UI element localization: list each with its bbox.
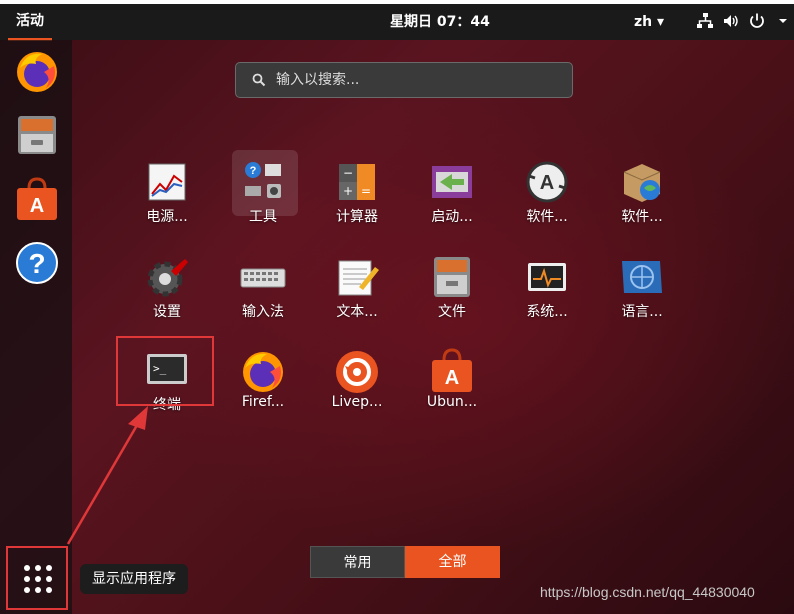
language-support-icon <box>622 261 662 293</box>
power-icon <box>748 12 766 30</box>
app-livepatch[interactable]: Livep... <box>314 342 400 428</box>
svg-text:A: A <box>540 172 554 194</box>
chevron-down-icon <box>774 12 792 30</box>
app-power-statistics[interactable]: 电源... <box>124 154 210 240</box>
app-text-editor[interactable]: 文本... <box>314 249 400 335</box>
files-icon <box>18 116 56 154</box>
settings-gear-icon <box>147 259 188 297</box>
app-ubuntu-software[interactable]: A Ubun... <box>409 342 495 428</box>
app-label: 输入法 <box>242 304 284 320</box>
app-software-updater[interactable]: A 软件... <box>504 154 590 240</box>
app-calculator[interactable]: − + = 计算器 <box>314 154 400 240</box>
search-input[interactable]: 输入以搜索... <box>235 62 573 98</box>
clock[interactable]: 星期日 07：44 <box>390 4 490 40</box>
svg-text:+: + <box>343 184 353 198</box>
software-icon: A <box>17 177 57 220</box>
software-updater-icon: A <box>526 161 568 203</box>
activities-button[interactable]: 活动 <box>8 4 52 41</box>
svg-text:?: ? <box>28 248 45 279</box>
svg-text:?: ? <box>250 165 257 177</box>
show-apps-tooltip: 显示应用程序 <box>80 564 188 594</box>
top-bar: 活动 星期日 07：44 zh ▾ <box>0 4 794 41</box>
svg-text:A: A <box>30 195 44 217</box>
svg-text:−: − <box>343 166 353 180</box>
app-settings[interactable]: 设置 <box>124 249 210 335</box>
livepatch-icon <box>336 351 378 393</box>
svg-text:=: = <box>361 184 371 198</box>
text-editor-icon <box>338 260 379 296</box>
language-selector[interactable]: zh ▾ <box>634 4 664 40</box>
app-label: 启动... <box>431 209 473 225</box>
volume-icon <box>722 12 740 30</box>
app-label: 设置 <box>153 304 181 320</box>
app-label: 软件... <box>526 209 568 225</box>
app-input-method[interactable]: 输入法 <box>220 249 306 335</box>
terminal-highlight-box <box>116 336 214 406</box>
app-label: 系统... <box>526 304 568 320</box>
app-label: Ubun... <box>426 394 478 410</box>
app-startup[interactable]: 启动... <box>409 154 495 240</box>
dock: A ? <box>0 40 72 614</box>
desktop-screen: 活动 星期日 07：44 zh ▾ A ? 显示应用程序 输入以搜索... 电源… <box>0 4 794 614</box>
tools-folder-icon: ? <box>245 162 281 198</box>
calculator-icon: − + = <box>339 164 375 200</box>
dock-software[interactable]: A <box>14 176 60 222</box>
tab-frequent[interactable]: 常用 <box>310 546 405 578</box>
grid-icon <box>24 565 52 593</box>
firefox-icon <box>17 52 57 92</box>
dock-help[interactable]: ? <box>14 240 60 286</box>
app-label: 软件... <box>621 209 663 225</box>
app-label: Firef... <box>241 394 285 410</box>
app-label: Livep... <box>331 394 383 410</box>
app-label: 语言... <box>621 304 663 320</box>
network-icon <box>696 12 714 30</box>
keyboard-icon <box>240 268 286 288</box>
startup-disk-icon <box>432 166 472 198</box>
system-tray[interactable] <box>696 12 792 30</box>
app-label: 电源... <box>146 209 188 225</box>
app-files[interactable]: 文件 <box>409 249 495 335</box>
tab-all[interactable]: 全部 <box>405 546 500 578</box>
app-label: 文本... <box>336 304 378 320</box>
dock-firefox[interactable] <box>14 48 60 94</box>
watermark: https://blog.csdn.net/qq_44830040 <box>540 584 755 600</box>
search-icon <box>252 73 266 87</box>
search-placeholder: 输入以搜索... <box>276 72 360 88</box>
firefox-icon <box>243 352 283 392</box>
app-software-properties[interactable]: 软件... <box>599 154 685 240</box>
app-system-monitor[interactable]: 系统... <box>504 249 590 335</box>
view-tabs: 常用 全部 <box>310 546 500 578</box>
app-folder-tools[interactable]: ? 工具 <box>220 150 306 240</box>
system-monitor-icon <box>528 263 566 291</box>
help-icon: ? <box>16 242 58 284</box>
svg-text:A: A <box>445 367 459 389</box>
app-label: 工具 <box>249 209 277 225</box>
app-language-support[interactable]: 语言... <box>599 249 685 335</box>
chart-icon <box>148 163 186 201</box>
software-box-icon <box>623 164 661 202</box>
app-label: 计算器 <box>336 209 378 225</box>
software-icon: A <box>432 348 472 392</box>
dock-files[interactable] <box>14 112 60 158</box>
app-label: 文件 <box>438 304 466 320</box>
app-firefox[interactable]: Firef... <box>220 342 306 428</box>
files-icon <box>434 257 470 297</box>
show-applications-button[interactable] <box>6 546 68 610</box>
